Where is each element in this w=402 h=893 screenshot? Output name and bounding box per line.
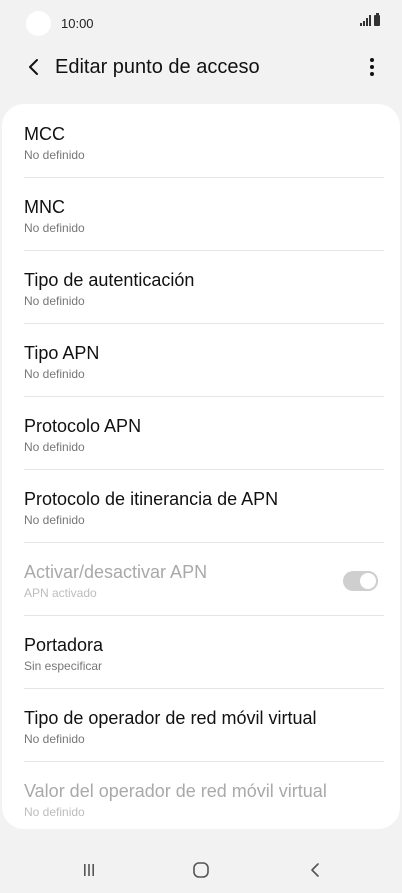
setting-apn-enable: Activar/desactivar APN APN activado	[24, 542, 384, 616]
chevron-left-icon	[29, 59, 38, 75]
setting-value: No definido	[24, 294, 85, 308]
setting-apn-type[interactable]: Tipo APN No definido	[24, 323, 384, 397]
back-icon	[311, 863, 319, 877]
setting-mvno-value: Valor del operador de red móvil virtual …	[24, 761, 384, 829]
setting-title: Activar/desactivar APN	[24, 562, 208, 582]
setting-apn-protocol[interactable]: Protocolo APN No definido	[24, 396, 384, 470]
toggle-knob	[358, 571, 378, 591]
setting-title: Protocolo de itinerancia de APN	[24, 489, 279, 509]
recents-icon	[84, 864, 94, 876]
more-vert-icon	[370, 58, 374, 76]
setting-title: Tipo de operador de red móvil virtual	[24, 708, 317, 728]
setting-value: No definido	[24, 367, 85, 381]
navigation-bar	[0, 848, 402, 893]
status-bar: 10:00	[0, 0, 402, 46]
setting-mnc[interactable]: MNC No definido	[24, 177, 384, 251]
setting-value: No definido	[24, 440, 85, 454]
setting-value: No definido	[24, 148, 85, 162]
more-options-button[interactable]	[362, 54, 382, 80]
setting-value: Sin especificar	[24, 659, 103, 673]
setting-title: MCC	[24, 124, 65, 144]
back-button[interactable]	[22, 54, 44, 80]
setting-value: No definido	[24, 513, 85, 527]
setting-title: MNC	[24, 197, 65, 217]
home-button[interactable]	[186, 858, 216, 882]
recents-button[interactable]	[74, 858, 104, 882]
setting-value: APN activado	[24, 586, 97, 600]
setting-bearer[interactable]: Portadora Sin especificar	[24, 615, 384, 689]
setting-title: Tipo APN	[24, 343, 100, 363]
status-time: 10:00	[61, 16, 94, 31]
setting-title: Protocolo APN	[24, 416, 142, 436]
setting-title: Valor del operador de red móvil virtual	[24, 781, 327, 801]
camera-cutout	[26, 11, 51, 36]
signal-icon	[360, 15, 371, 26]
setting-title: Tipo de autenticación	[24, 270, 195, 290]
home-icon	[193, 862, 209, 878]
setting-title: Portadora	[24, 635, 104, 655]
setting-value: No definido	[24, 732, 85, 746]
apn-enable-toggle	[343, 571, 378, 591]
setting-mcc[interactable]: MCC No definido	[24, 104, 384, 178]
nav-back-button[interactable]	[300, 858, 330, 882]
settings-list: MCC No definido MNC No definido Tipo de …	[2, 104, 400, 829]
setting-mvno-type[interactable]: Tipo de operador de red móvil virtual No…	[24, 688, 384, 762]
battery-icon	[374, 13, 380, 26]
app-bar: Editar punto de acceso	[0, 46, 402, 90]
setting-auth-type[interactable]: Tipo de autenticación No definido	[24, 250, 384, 324]
setting-apn-roaming-protocol[interactable]: Protocolo de itinerancia de APN No defin…	[24, 469, 384, 543]
setting-value: No definido	[24, 221, 85, 235]
setting-value: No definido	[24, 805, 85, 819]
page-title: Editar punto de acceso	[55, 56, 260, 78]
status-icons	[360, 13, 380, 26]
